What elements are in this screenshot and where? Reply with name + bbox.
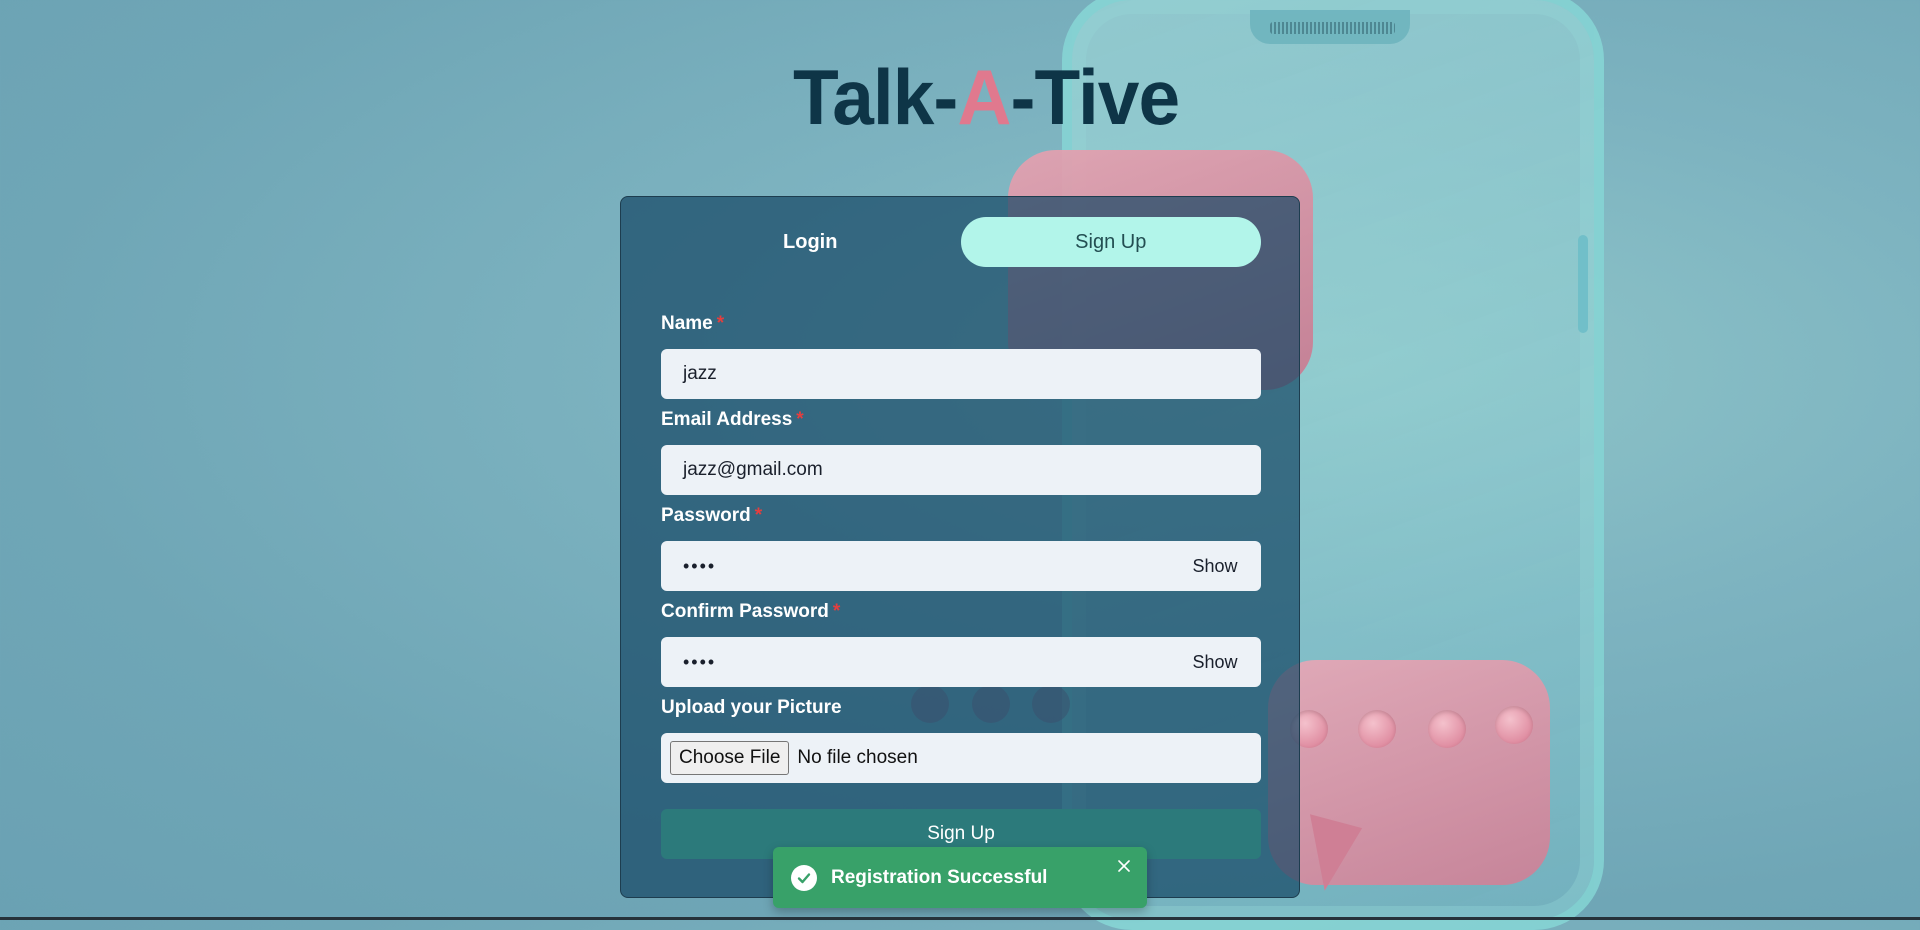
name-label: Name * — [661, 313, 724, 335]
phone-side-button — [1578, 235, 1588, 333]
confirm-password-field[interactable]: •••• Show — [661, 637, 1261, 687]
tab-login[interactable]: Login — [660, 217, 961, 267]
bubble-dot — [1495, 706, 1533, 744]
auth-tabs: Login Sign Up — [661, 217, 1261, 267]
auth-card: Login Sign Up Name * jazz Email Address * … — [620, 196, 1300, 898]
password-value: •••• — [683, 555, 717, 576]
logo-text-start: Talk- — [793, 53, 958, 141]
confirm-password-value: •••• — [683, 651, 717, 672]
name-field[interactable]: jazz — [661, 349, 1261, 399]
password-field[interactable]: •••• Show — [661, 541, 1261, 591]
picture-label: Upload your Picture — [661, 697, 842, 718]
email-label-text: Email Address — [661, 409, 793, 430]
tab-sign-up[interactable]: Sign Up — [960, 217, 1261, 267]
logo-text-accent: A — [957, 53, 1011, 141]
phone-speaker — [1270, 22, 1395, 34]
email-value: jazz@gmail.com — [683, 459, 823, 480]
file-status: No file chosen — [797, 747, 918, 768]
name-label-text: Name — [661, 313, 713, 334]
email-label: Email Address * — [661, 409, 804, 431]
required-marker: * — [716, 313, 725, 334]
bubble-dot — [1428, 710, 1466, 748]
required-marker: * — [796, 409, 804, 430]
check-circle-icon — [791, 864, 817, 891]
confirm-password-show-button[interactable]: Show — [1175, 652, 1255, 673]
success-toast: Registration Successful — [773, 847, 1147, 908]
toast-title: Registration Successful — [831, 866, 1048, 888]
password-show-button[interactable]: Show — [1175, 556, 1255, 577]
required-marker: * — [832, 601, 841, 622]
confirm-password-label: Confirm Password * — [661, 601, 840, 623]
bubble-dot — [1358, 710, 1396, 748]
confirm-password-label-text: Confirm Password — [661, 601, 829, 622]
choose-file-button[interactable]: Choose File — [670, 741, 790, 775]
password-label: Password * — [661, 505, 762, 527]
password-label-text: Password — [661, 505, 751, 526]
name-value: jazz — [683, 363, 717, 384]
close-icon[interactable] — [1113, 855, 1135, 877]
app-logo: Talk-A-Tive — [793, 52, 1180, 142]
picture-upload-field: Choose File No file chosen — [661, 733, 1261, 783]
required-marker: * — [754, 505, 763, 526]
email-field[interactable]: jazz@gmail.com — [661, 445, 1261, 495]
logo-text-end: -Tive — [1010, 53, 1181, 141]
